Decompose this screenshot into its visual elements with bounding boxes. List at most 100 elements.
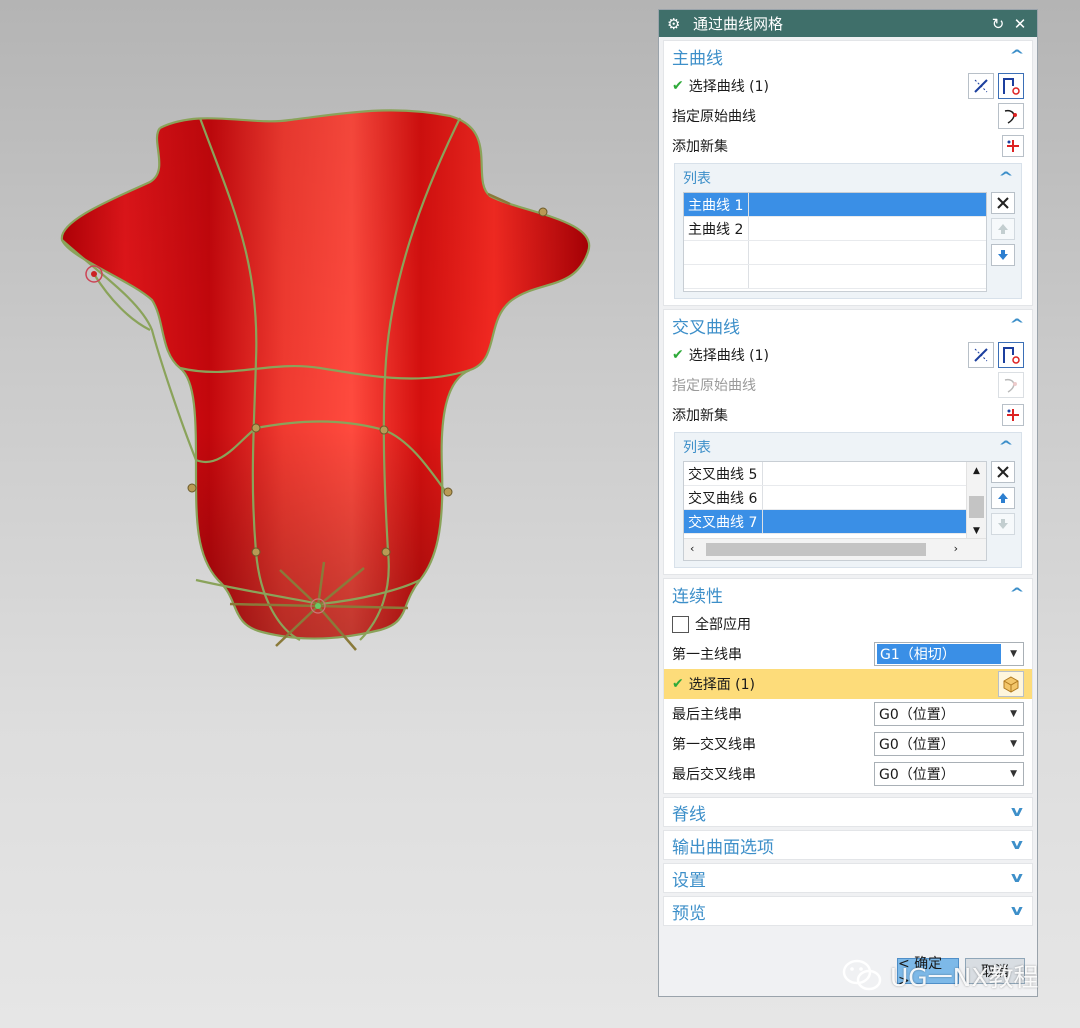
primary-select-curve-label: 选择曲线 (1)	[688, 79, 770, 95]
cross-curves-section: 交叉曲线 ^ ✔ 选择曲线 (1) 指定原始曲线 添加新集 列表 ^ 交叉曲线 …	[663, 309, 1033, 575]
surface-model	[60, 109, 591, 651]
chevron-up-icon[interactable]: ^	[994, 170, 1017, 186]
primary-curve-list[interactable]: 主曲线 1 主曲线 2	[683, 192, 987, 292]
watermark-text: UG一NX教程	[890, 963, 1039, 992]
primary-add-set-label: 添加新集	[672, 139, 728, 155]
output-surface-section[interactable]: 输出曲面选项 v	[663, 830, 1033, 860]
curve-rule-icon[interactable]	[968, 342, 994, 368]
cross-select-curve-row[interactable]: ✔ 选择曲线 (1)	[664, 340, 1032, 370]
apply-all-label: 全部应用	[695, 617, 751, 633]
first-primary-select[interactable]: G1（相切） ▼	[874, 642, 1024, 666]
delete-icon[interactable]	[991, 192, 1015, 214]
primary-curves-header[interactable]: 主曲线 ^	[664, 41, 1032, 71]
cross-curves-header[interactable]: 交叉曲线 ^	[664, 310, 1032, 340]
surface-shading	[61, 110, 590, 639]
origin-curve-icon[interactable]	[998, 103, 1024, 129]
curve-rule-icon[interactable]	[968, 73, 994, 99]
first-primary-label: 第一主线串	[672, 647, 742, 663]
chevron-down-icon[interactable]: v	[1005, 804, 1028, 820]
chevron-down-icon[interactable]: v	[1005, 870, 1028, 886]
list-item	[684, 241, 986, 265]
delete-icon[interactable]	[991, 461, 1015, 483]
move-up-icon[interactable]	[991, 218, 1015, 240]
primary-origin-curve-row[interactable]: 指定原始曲线	[664, 101, 1032, 131]
primary-list-panel: 列表 ^ 主曲线 1 主曲线 2	[674, 163, 1022, 299]
apply-all-checkbox[interactable]	[672, 615, 689, 633]
output-surface-title: 输出曲面选项	[672, 837, 774, 858]
move-up-icon[interactable]	[991, 487, 1015, 509]
check-icon: ✔	[672, 676, 684, 692]
preview-title: 预览	[672, 903, 706, 924]
last-primary-row: 最后主线串 G0（位置） ▼	[664, 699, 1032, 729]
settings-title: 设置	[672, 870, 706, 891]
primary-list-title: 列表	[683, 171, 711, 187]
list-item[interactable]: 交叉曲线 6	[684, 486, 967, 510]
chevron-up-icon[interactable]: ^	[994, 439, 1017, 455]
origin-curve-icon	[998, 372, 1024, 398]
face-select-icon[interactable]	[998, 671, 1024, 697]
primary-curves-section: 主曲线 ^ ✔ 选择曲线 (1) 指定原始曲线 添加新集 列表 ^ 主曲线 1 …	[663, 40, 1033, 306]
chevron-up-icon[interactable]: ^	[1005, 317, 1028, 333]
settings-gear-icon: ⚙	[667, 14, 681, 33]
curve-mesh-dialog: ⚙ 通过曲线网格 ↻ ✕ 主曲线 ^ ✔ 选择曲线 (1) 指定原始曲线 添加新…	[658, 9, 1038, 997]
list-item[interactable]: 主曲线 2	[684, 217, 986, 241]
chevron-up-icon[interactable]: ^	[1005, 48, 1028, 64]
cross-add-set-row[interactable]: 添加新集	[664, 400, 1032, 430]
watermark: UG一NX教程	[842, 958, 1039, 994]
reset-icon[interactable]: ↻	[987, 15, 1009, 33]
chevron-down-icon: ▼	[1010, 709, 1017, 719]
first-cross-label: 第一交叉线串	[672, 737, 756, 753]
cross-add-set-label: 添加新集	[672, 408, 728, 424]
chevron-up-icon[interactable]: ^	[1005, 586, 1028, 602]
continuity-section: 连续性 ^ 全部应用 第一主线串 G1（相切） ▼ ✔ 选择面 (1) 最后主线…	[663, 578, 1033, 794]
add-set-icon[interactable]	[1002, 404, 1024, 426]
cross-origin-curve-label: 指定原始曲线	[672, 378, 756, 394]
cross-list-title: 列表	[683, 440, 711, 456]
move-down-icon[interactable]	[991, 244, 1015, 266]
graphics-viewport[interactable]	[0, 0, 650, 1028]
spine-title: 脊线	[672, 804, 706, 825]
curve-select-icon[interactable]	[998, 73, 1024, 99]
cross-origin-curve-row: 指定原始曲线	[664, 370, 1032, 400]
spine-section[interactable]: 脊线 v	[663, 797, 1033, 827]
add-set-icon[interactable]	[1002, 135, 1024, 157]
cross-curves-title: 交叉曲线	[672, 317, 740, 338]
list-item[interactable]: 交叉曲线 5	[684, 462, 967, 486]
vertical-scrollbar[interactable]: ▲ ▼	[966, 462, 986, 538]
close-icon[interactable]: ✕	[1009, 15, 1031, 33]
chevron-down-icon[interactable]: v	[1005, 903, 1028, 919]
curve-select-icon[interactable]	[998, 342, 1024, 368]
primary-add-set-row[interactable]: 添加新集	[664, 131, 1032, 161]
continuity-header[interactable]: 连续性 ^	[664, 579, 1032, 609]
select-face-label: 选择面 (1)	[688, 677, 756, 693]
wechat-icon	[842, 959, 882, 991]
preview-section[interactable]: 预览 v	[663, 896, 1033, 926]
cross-list-panel: 列表 ^ 交叉曲线 5 交叉曲线 6 交叉曲线 7 ▲ ▼ ‹ ›	[674, 432, 1022, 568]
primary-select-curve-row[interactable]: ✔ 选择曲线 (1)	[664, 71, 1032, 101]
chevron-down-icon[interactable]: v	[1005, 837, 1028, 853]
cross-select-curve-label: 选择曲线 (1)	[688, 348, 770, 364]
list-item	[684, 265, 986, 289]
list-item[interactable]: 主曲线 1	[684, 193, 986, 217]
move-down-icon[interactable]	[991, 513, 1015, 535]
settings-section[interactable]: 设置 v	[663, 863, 1033, 893]
primary-origin-curve-label: 指定原始曲线	[672, 109, 756, 125]
first-cross-select[interactable]: G0（位置） ▼	[874, 732, 1024, 756]
check-icon: ✔	[672, 78, 684, 94]
last-primary-select[interactable]: G0（位置） ▼	[874, 702, 1024, 726]
continuity-title: 连续性	[672, 586, 723, 607]
list-item[interactable]: 交叉曲线 7	[684, 510, 967, 534]
first-primary-row: 第一主线串 G1（相切） ▼	[664, 639, 1032, 669]
select-face-row[interactable]: ✔ 选择面 (1)	[664, 669, 1032, 699]
dialog-title: 通过曲线网格	[693, 15, 784, 33]
cross-curve-list[interactable]: 交叉曲线 5 交叉曲线 6 交叉曲线 7 ▲ ▼ ‹ ›	[683, 461, 987, 561]
horizontal-scrollbar[interactable]: ‹ ›	[684, 538, 986, 560]
dialog-titlebar[interactable]: ⚙ 通过曲线网格 ↻ ✕	[659, 10, 1037, 37]
apply-all-row[interactable]: 全部应用	[664, 609, 1032, 639]
chevron-down-icon: ▼	[1010, 739, 1017, 749]
last-primary-label: 最后主线串	[672, 707, 742, 723]
chevron-down-icon: ▼	[1010, 769, 1017, 779]
primary-curves-title: 主曲线	[672, 48, 723, 69]
last-cross-label: 最后交叉线串	[672, 767, 756, 783]
last-cross-select[interactable]: G0（位置） ▼	[874, 762, 1024, 786]
